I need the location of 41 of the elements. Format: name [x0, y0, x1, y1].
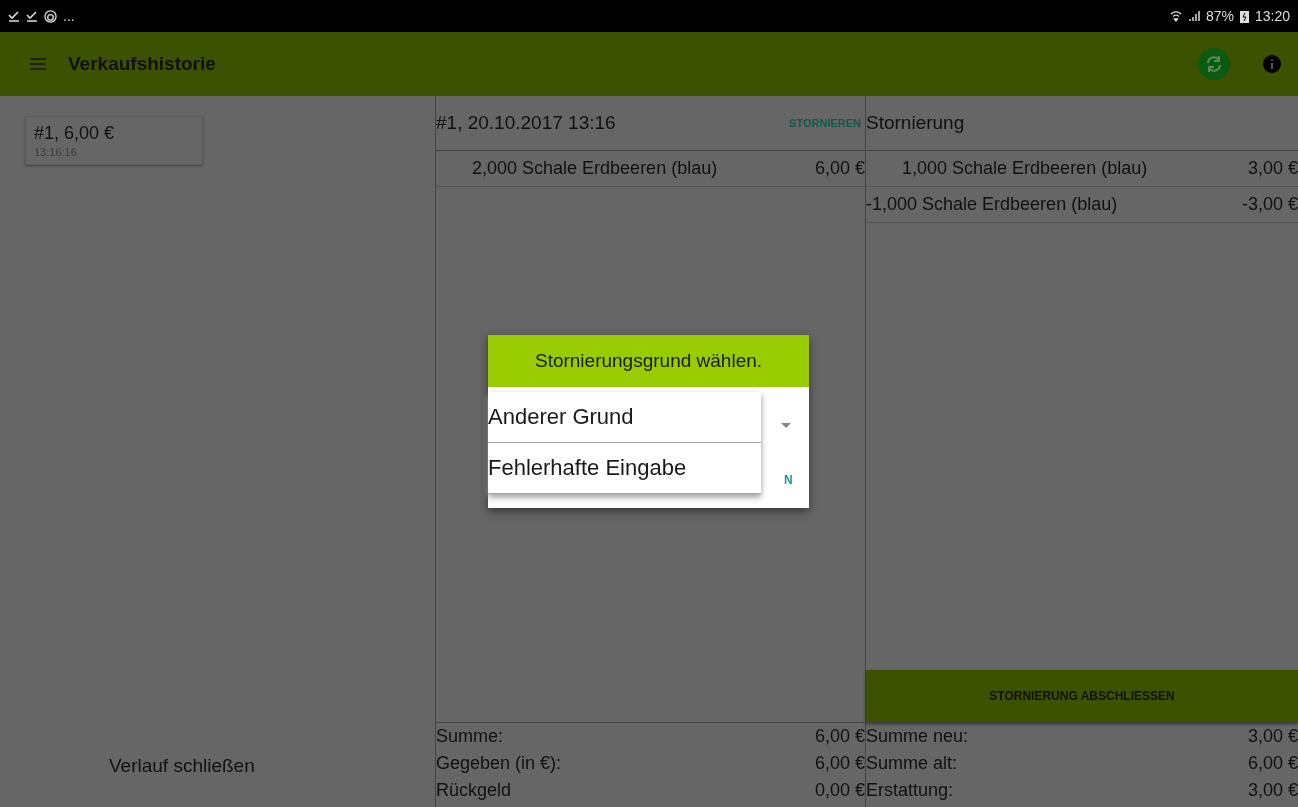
total-value: 3,00 €	[1247, 726, 1298, 747]
total-label: Erstattung:	[866, 780, 954, 801]
item-text: -1,000 Schale Erdbeeren (blau)	[866, 194, 1118, 215]
total-label: Gegeben (in €):	[436, 753, 562, 774]
total-label: Summe neu:	[866, 726, 969, 747]
battery-percent: 87%	[1205, 8, 1234, 24]
total-value: 6,00 €	[1247, 753, 1298, 774]
total-value: 6,00 €	[814, 753, 865, 774]
dropdown-caret-icon[interactable]	[781, 423, 791, 429]
app-title: Verkaufshistorie	[68, 53, 217, 75]
wifi-icon	[1169, 10, 1182, 22]
dialog-title: Stornierungsgrund wählen.	[488, 335, 809, 387]
download-done-icon	[26, 10, 38, 22]
total-label: Rückgeld	[436, 780, 512, 801]
battery-icon	[1239, 9, 1249, 23]
finish-cancellation-button[interactable]: STORNIERUNG ABSCHLIESSEN	[866, 670, 1298, 722]
power-circle-icon	[44, 9, 57, 23]
total-value: 6,00 €	[814, 726, 865, 747]
clock: 13:20	[1254, 8, 1290, 24]
more-notifications: ...	[63, 8, 75, 24]
download-done-icon	[8, 10, 20, 22]
sale-header: #1, 20.10.2017 13:16	[436, 112, 616, 134]
total-label: Summe alt:	[866, 753, 958, 774]
cancellation-header: Stornierung	[866, 112, 965, 134]
total-value: 0,00 €	[814, 780, 865, 801]
total-value: 3,00 €	[1247, 780, 1298, 801]
total-label: Summe:	[436, 726, 504, 747]
item-amount: 3,00 €	[1247, 158, 1298, 179]
dropdown-option[interactable]: Fehlerhafte Eingabe	[488, 443, 761, 494]
close-history-button[interactable]: Verlauf schließen	[105, 751, 259, 781]
dialog-button[interactable]: N	[784, 473, 793, 487]
refresh-icon[interactable]	[1198, 48, 1230, 80]
item-text: 2,000 Schale Erdbeeren (blau)	[472, 158, 718, 179]
item-amount: -3,00 €	[1241, 194, 1298, 215]
signal-icon	[1187, 10, 1200, 22]
item-text: 1,000 Schale Erdbeeren (blau)	[902, 158, 1148, 179]
dropdown-option[interactable]: Anderer Grund	[488, 392, 761, 443]
item-amount: 6,00 €	[814, 158, 865, 179]
menu-icon[interactable]	[30, 58, 46, 70]
sale-title: #1, 6,00 €	[34, 123, 116, 144]
info-icon[interactable]	[1262, 54, 1282, 74]
